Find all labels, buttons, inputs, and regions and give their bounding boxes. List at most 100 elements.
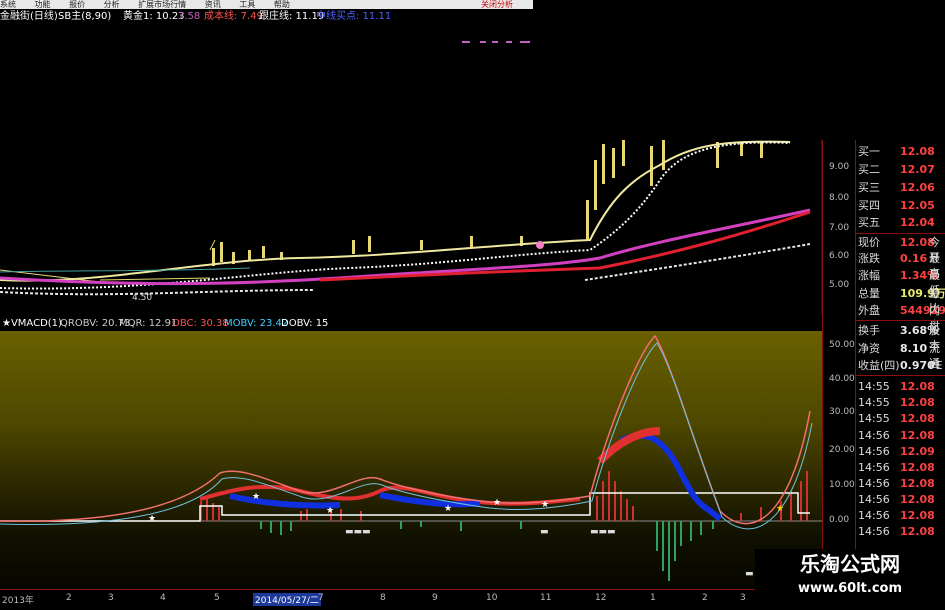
stat-row: 现价 12.08 今开 [858,236,940,264]
date-label: 9 [432,593,438,603]
price-chart-svg: 4.50 [0,140,823,315]
ind-axis-label: 0.00 [829,515,850,525]
date-label: 11 [540,593,552,603]
date-axis: 2013年 2 3 4 5 2014/05/27/二 7 8 9 10 11 1… [0,589,822,610]
star-marker: ★ [541,500,550,510]
stat-row: 净资 8.10 流通 [858,342,940,370]
bid-row: 买三 12.06 [858,181,935,194]
date-label: 12 [595,593,607,603]
date-label: 2 [702,593,708,603]
divider [856,233,945,234]
dobv-value: DOBV: 15 [281,318,329,329]
tick-row: 14:56 12.08 [858,429,935,442]
price-chart-panel[interactable]: 4.50 [0,140,823,315]
date-label: 5 [214,593,220,603]
menu-item-analysis[interactable]: 分析 [104,0,120,9]
stat-row: 外盘 544929 内盘 [858,304,945,332]
date-label: 10 [486,593,498,603]
tick-row: 14:56 12.08 [858,461,935,474]
price-axis-label: 8.00 [829,193,850,203]
upper-overlay-panel [0,25,533,140]
stat-row: 总量 109.9万 量比 [858,287,945,315]
stat-row: 涨幅 1.34% 最低 [858,269,940,297]
tick-row: 14:56 12.08 [858,477,935,490]
main-indicator-name[interactable]: SB主(8,90) [58,9,111,25]
vmacd-chart-svg: ▬▬▬ ▬▬▬ ▬ ▬ [0,334,822,581]
menu-item-extended-market[interactable]: 扩展市场行情 [138,0,186,9]
watermark-url: www.60lt.com [797,581,903,596]
stock-name: 金融街(日线) [0,11,58,22]
star-marker: ★ [444,504,453,514]
indicator-name[interactable]: ★VMACD(1) [2,316,62,331]
svg-text:▬▬▬: ▬▬▬ [345,527,371,537]
follow-line-value: 跟庄线: 11.19 [259,11,325,22]
low-price-label: 4.50 [132,293,152,303]
date-label: 7 [318,593,324,603]
date-label: 8 [380,593,386,603]
mobv-value: MOBV: 23.42 [224,318,289,329]
stat-row: 换手 3.68% 股本 [858,324,940,352]
stat-row: 收益(四) 0.970 PE [858,359,943,372]
bid-row: 买二 12.07 [858,163,935,176]
menu-bar: 系统 功能 报价 分析 扩展市场行情 资讯 工具 帮助 关闭分析 [0,0,533,9]
cost-line-value: 成本线: 7.49 [204,11,263,22]
menu-item-info[interactable]: 资讯 [205,0,221,9]
obc-value: OBC: 30.38 [172,318,229,329]
price-axis-label: 6.00 [829,251,850,261]
svg-text:▬: ▬ [745,569,754,579]
date-label: 3 [108,593,114,603]
star-marker: ★ [776,504,785,514]
chart-title-bar: 金融街(日线) SB主(8,90) 黄金1: 10.23 7.58 成本线: 7… [0,9,533,25]
divider [856,375,945,376]
tick-row: 14:56 12.08 [858,493,935,506]
star-marker: ★ [326,506,335,516]
cursor-date-label: 2014/05/27/二 [253,593,321,606]
star-marker: ★ [148,514,157,524]
star-marker: ★ [493,498,502,508]
mid-buy-value: 中线买点: 11.11 [316,11,392,22]
line-value: 7.58 [178,11,201,22]
right-price-scale: 9.00 8.00 7.00 6.00 5.00 50.00 40.00 30.… [822,140,856,590]
menu-item-function[interactable]: 功能 [35,0,51,9]
star-marker: ★ [252,492,261,502]
menu-item-system[interactable]: 系统 [0,0,16,9]
date-label: 4 [160,593,166,603]
gold-line-value: 黄金1: 10.23 [123,11,185,22]
stat-row: 涨跌 0.16 最高 [858,252,940,280]
ind-axis-label: 20.00 [829,445,855,455]
tick-row: 14:56 12.09 [858,445,935,458]
divider [856,320,945,321]
watermark-title: 乐淘公式网 [800,552,900,576]
date-label: 3 [740,593,746,603]
tick-row: 14:56 12.08 [858,509,935,522]
quote-panel: 买一 12.08 买二 12.07 买三 12.06 买四 12.05 买五 12.04 … [855,140,945,550]
price-axis-label: 5.00 [829,280,850,290]
svg-text:▬: ▬ [540,527,549,537]
indicator-title-bar: ★VMACD(1) QROBV: 20.73 MQR: 12.91 OBC: 3… [0,316,822,331]
date-label: 2013年 [2,596,34,606]
ind-axis-label: 30.00 [829,407,855,417]
date-label: 2 [66,593,72,603]
mqr-value: MQR: 12.91 [119,318,178,329]
price-axis-label: 9.00 [829,162,850,172]
bid-row: 买四 12.05 [858,199,935,212]
site-watermark: 乐淘公式网 www.60lt.com [755,549,945,609]
tick-row: 14:55 12.08 [858,380,935,393]
ind-axis-label: 10.00 [829,480,855,490]
tick-row: 14:56 12.08 [858,525,935,538]
ind-axis-label: 40.00 [829,374,855,384]
price-axis-label: 7.00 [829,223,850,233]
tick-row: 14:55 12.08 [858,396,935,409]
svg-text:▬▬▬: ▬▬▬ [590,527,616,537]
price-marker [536,241,544,249]
vmacd-indicator-panel[interactable]: ▬▬▬ ▬▬▬ ▬ ▬ ★ ★ ★ ★ ★ ★ ★ [0,331,822,590]
menu-item-tools[interactable]: 工具 [239,0,255,9]
menu-item-quote[interactable]: 报价 [69,0,85,9]
close-analysis-link[interactable]: 关闭分析 [481,0,513,9]
ind-axis-label: 50.00 [829,340,855,350]
bid-row: 买五 12.04 [858,216,935,229]
overlay-dots [462,41,530,43]
tick-row: 14:55 12.08 [858,412,935,425]
menu-item-help[interactable]: 帮助 [274,0,290,9]
date-label: 1 [650,593,656,603]
